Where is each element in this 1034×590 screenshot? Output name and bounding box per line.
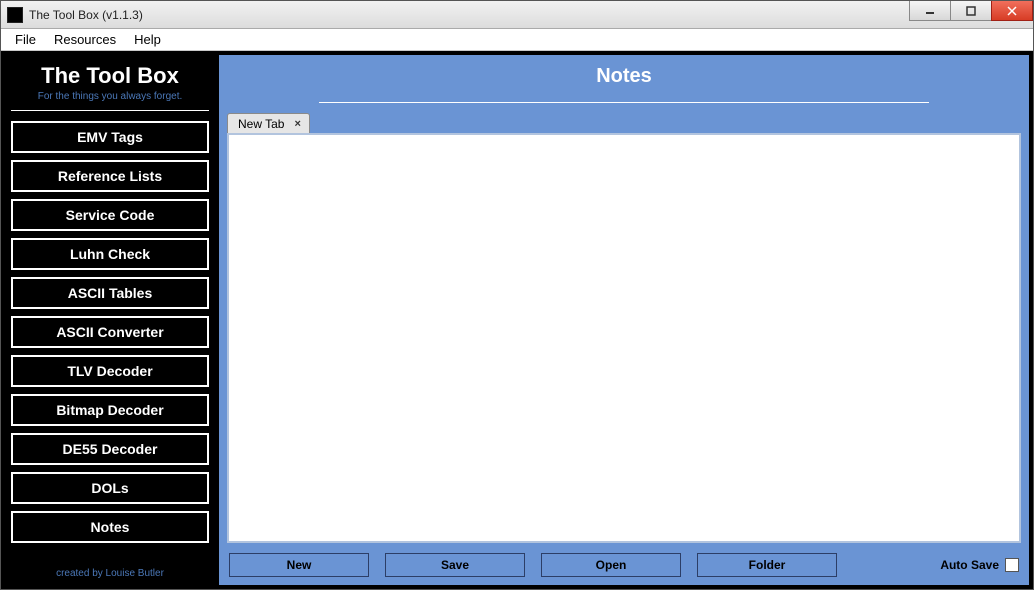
nav-ascii-converter[interactable]: ASCII Converter: [11, 316, 209, 348]
autosave-label: Auto Save: [940, 558, 999, 572]
maximize-button[interactable]: [950, 1, 992, 21]
menubar: File Resources Help: [1, 29, 1033, 51]
autosave-control[interactable]: Auto Save: [940, 558, 1019, 572]
autosave-checkbox[interactable]: [1005, 558, 1019, 572]
body-area: The Tool Box For the things you always f…: [1, 51, 1033, 589]
nav-tlv-decoder[interactable]: TLV Decoder: [11, 355, 209, 387]
nav-emv-tags[interactable]: EMV Tags: [11, 121, 209, 153]
save-button[interactable]: Save: [385, 553, 525, 577]
app-icon: [7, 7, 23, 23]
open-button[interactable]: Open: [541, 553, 681, 577]
brand: The Tool Box For the things you always f…: [11, 59, 209, 111]
menu-help[interactable]: Help: [126, 30, 169, 49]
nav-bitmap-decoder[interactable]: Bitmap Decoder: [11, 394, 209, 426]
nav-de55-decoder[interactable]: DE55 Decoder: [11, 433, 209, 465]
titlebar[interactable]: The Tool Box (v1.1.3): [1, 1, 1033, 29]
minimize-icon: [925, 6, 935, 16]
close-icon: [1007, 6, 1017, 16]
editor-frame: [227, 133, 1021, 543]
sidebar: The Tool Box For the things you always f…: [5, 55, 215, 585]
brand-title: The Tool Box: [11, 63, 209, 89]
app-window: The Tool Box (v1.1.3) File Resources Hel…: [0, 0, 1034, 590]
close-button[interactable]: [991, 1, 1033, 21]
nav-dols[interactable]: DOLs: [11, 472, 209, 504]
credit-text: created by Louise Butler: [11, 558, 209, 579]
menu-resources[interactable]: Resources: [46, 30, 124, 49]
new-button[interactable]: New: [229, 553, 369, 577]
tab-close-icon[interactable]: ×: [292, 118, 302, 130]
nav-notes[interactable]: Notes: [11, 511, 209, 543]
nav-luhn-check[interactable]: Luhn Check: [11, 238, 209, 270]
nav-list: EMV Tags Reference Lists Service Code Lu…: [11, 121, 209, 543]
nav-ascii-tables[interactable]: ASCII Tables: [11, 277, 209, 309]
nav-reference-lists[interactable]: Reference Lists: [11, 160, 209, 192]
page-title: Notes: [219, 65, 1029, 88]
menu-file[interactable]: File: [7, 30, 44, 49]
window-controls: [910, 1, 1033, 21]
window-title: The Tool Box (v1.1.3): [29, 8, 143, 22]
minimize-button[interactable]: [909, 1, 951, 21]
tab-label: New Tab: [238, 117, 284, 131]
maximize-icon: [966, 6, 976, 16]
folder-button[interactable]: Folder: [697, 553, 837, 577]
nav-service-code[interactable]: Service Code: [11, 199, 209, 231]
bottom-toolbar: New Save Open Folder Auto Save: [219, 543, 1029, 579]
brand-subtitle: For the things you always forget.: [11, 91, 209, 102]
main-header: Notes: [219, 55, 1029, 98]
main-panel: Notes New Tab × New Save Open Folder Aut…: [219, 55, 1029, 585]
notes-textarea[interactable]: [229, 135, 1019, 541]
header-divider: [319, 102, 929, 103]
tabstrip: New Tab ×: [219, 111, 1029, 133]
tab-new[interactable]: New Tab ×: [227, 113, 310, 133]
